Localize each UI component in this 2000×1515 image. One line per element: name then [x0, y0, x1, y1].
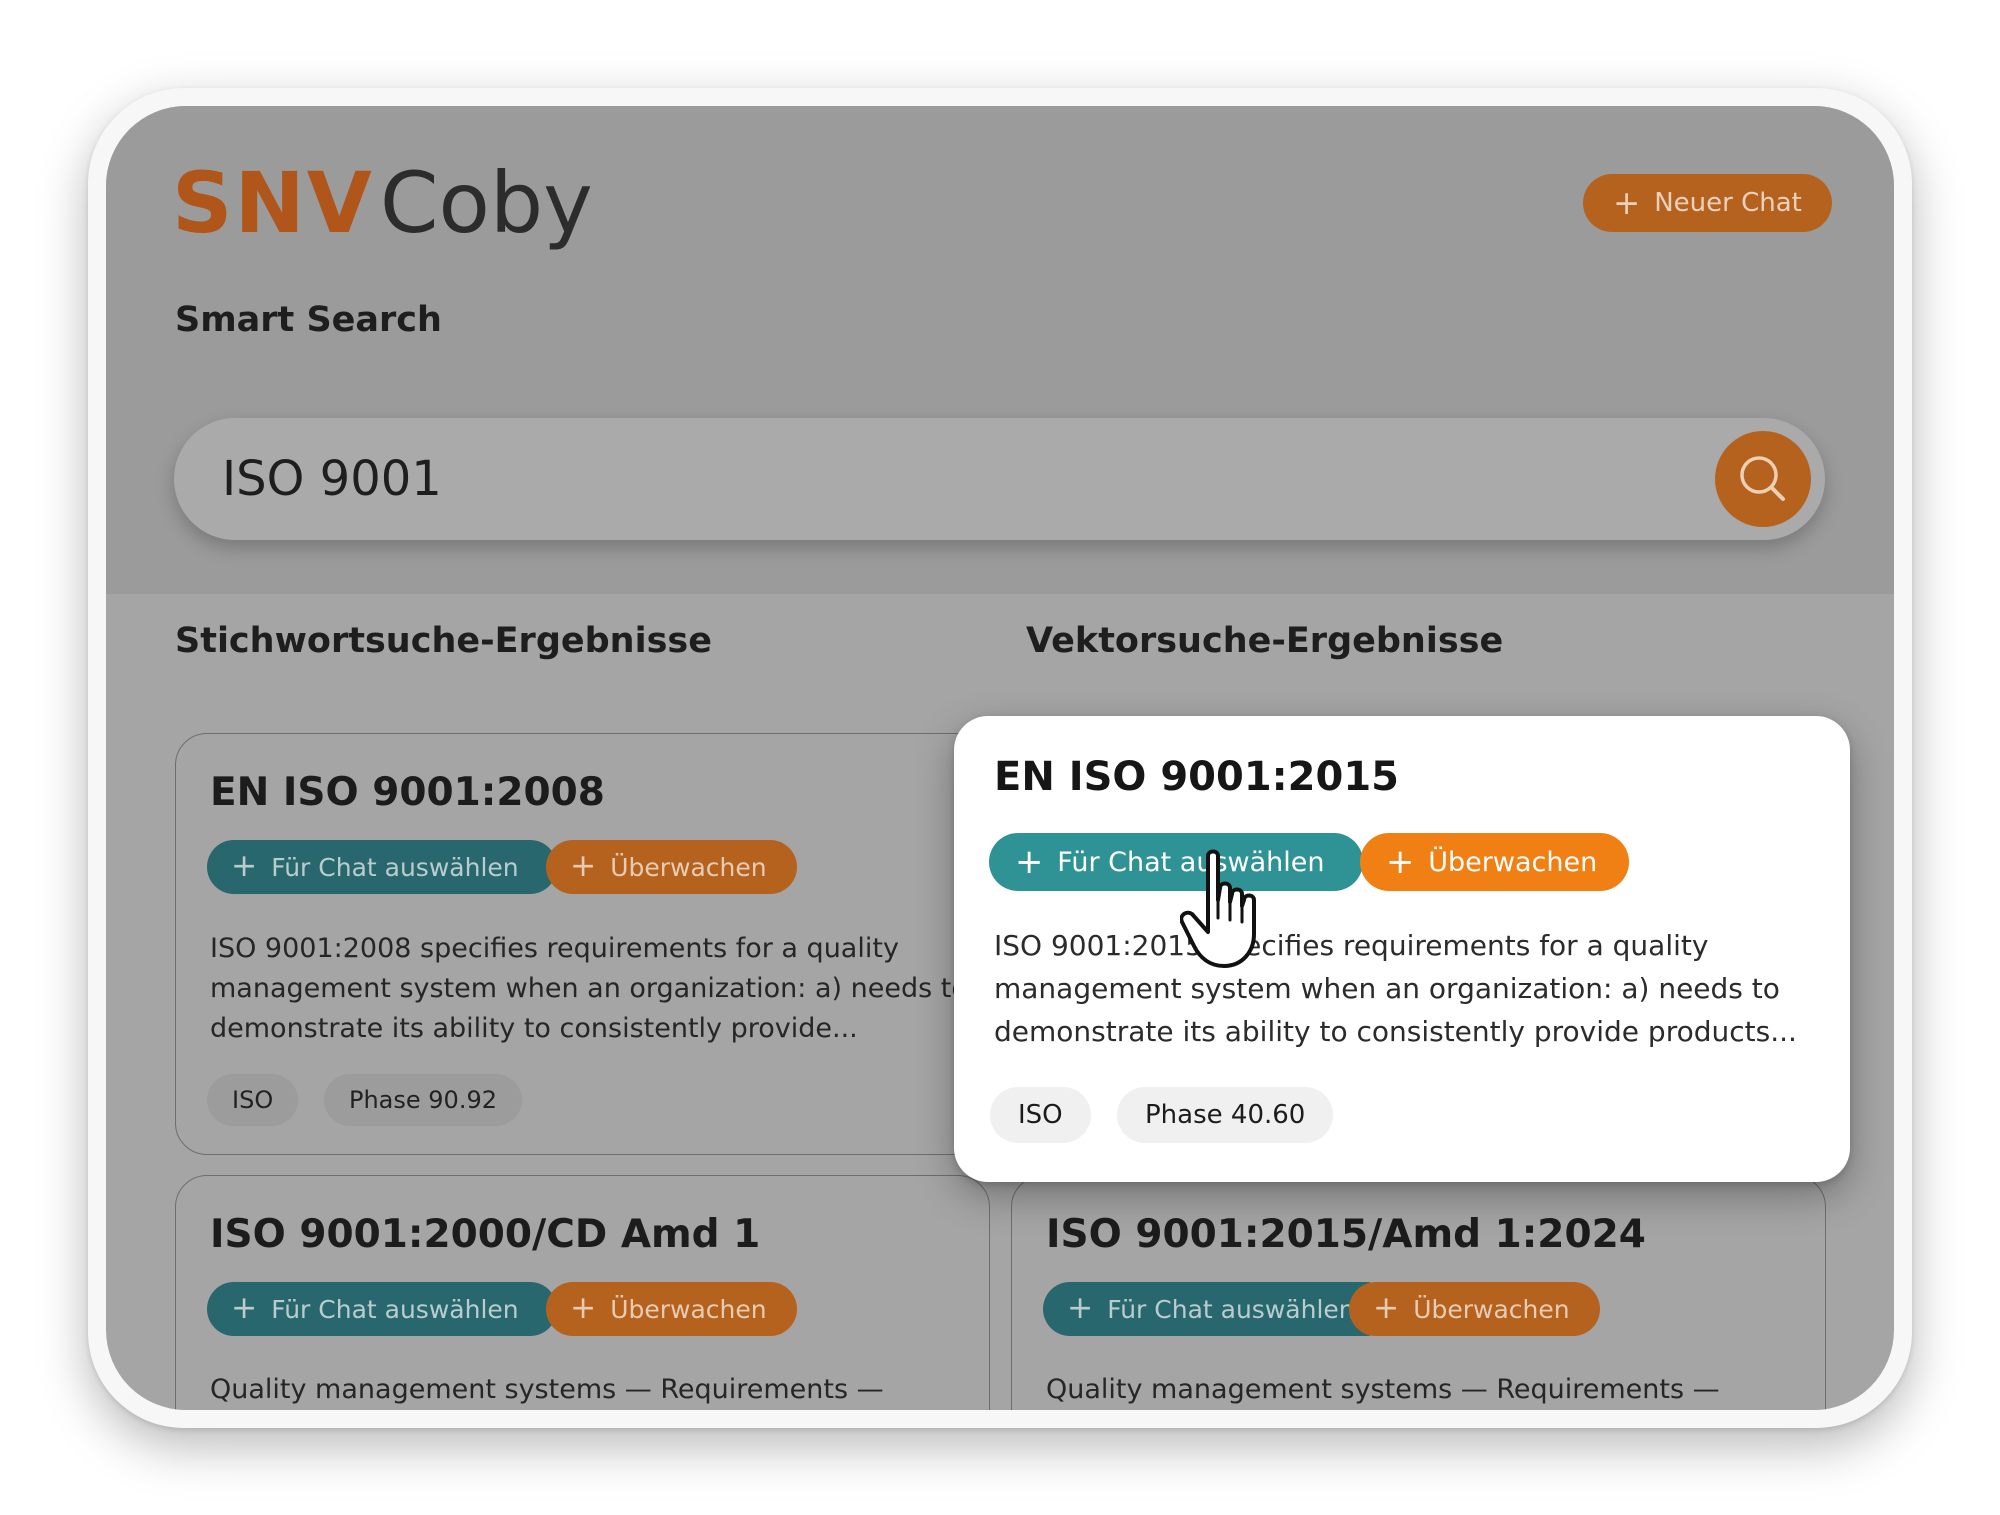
- result-card[interactable]: ISO 9001:2000/CD Amd 1 + Für Chat auswäh…: [175, 1175, 990, 1410]
- result-card[interactable]: EN ISO 9001:2008 + Für Chat auswählen + …: [175, 733, 990, 1155]
- watch-label: Überwachen: [610, 852, 767, 882]
- select-for-chat-button[interactable]: + Für Chat auswählen: [207, 840, 557, 894]
- plus-icon: +: [1386, 842, 1415, 882]
- plus-icon: +: [570, 848, 597, 885]
- watch-label: Überwachen: [1428, 846, 1598, 878]
- watch-button[interactable]: + Überwachen: [546, 840, 797, 894]
- new-chat-label: Neuer Chat: [1654, 188, 1802, 218]
- select-for-chat-label: Für Chat auswählen: [271, 1294, 519, 1324]
- hand-pointer-cursor-icon: [1180, 849, 1256, 968]
- result-description: ISO 9001:2015 specifies requirements for…: [994, 929, 1797, 1048]
- result-description: Quality management systems — Requirement…: [210, 1374, 884, 1405]
- plus-icon: +: [570, 1290, 597, 1327]
- plus-icon: +: [231, 848, 258, 885]
- plus-icon: +: [1015, 842, 1044, 882]
- select-for-chat-button[interactable]: + Für Chat auswählen: [207, 1282, 557, 1336]
- plus-icon: +: [1613, 183, 1641, 222]
- search-icon: [1740, 456, 1785, 501]
- highlighted-result-card[interactable]: EN ISO 9001:2015 + Für Chat auswählen + …: [954, 716, 1850, 1182]
- search-section-title: Smart Search: [175, 300, 442, 340]
- select-for-chat-label: Für Chat auswählen: [271, 852, 519, 882]
- watch-button[interactable]: + Überwachen: [546, 1282, 797, 1336]
- new-chat-button[interactable]: + Neuer Chat: [1583, 174, 1832, 232]
- result-title: EN ISO 9001:2015: [994, 754, 1399, 800]
- tag-badge: Phase 40.60: [1117, 1087, 1334, 1143]
- watch-label: Überwachen: [610, 1294, 767, 1324]
- watch-label: Überwachen: [1413, 1294, 1570, 1324]
- plus-icon: +: [1067, 1290, 1094, 1327]
- plus-icon: +: [231, 1290, 258, 1327]
- search-query[interactable]: ISO 9001: [222, 451, 442, 507]
- tag-badge: ISO: [207, 1074, 299, 1126]
- select-for-chat-button[interactable]: + Für Chat auswählen: [1043, 1282, 1393, 1336]
- result-description: Quality management systems — Requirement…: [1046, 1374, 1720, 1405]
- logo-product: Coby: [379, 154, 593, 252]
- result-title: EN ISO 9001:2008: [210, 770, 605, 815]
- search-input[interactable]: ISO 9001: [174, 418, 1825, 540]
- plus-icon: +: [1373, 1290, 1400, 1327]
- watch-button[interactable]: + Überwachen: [1349, 1282, 1600, 1336]
- watch-button[interactable]: + Überwachen: [1360, 833, 1630, 891]
- result-description: ISO 9001:2008 specifies requirements for…: [210, 933, 968, 1044]
- search-button[interactable]: [1715, 431, 1811, 527]
- keyword-results-title: Stichwortsuche-Ergebnisse: [175, 621, 712, 661]
- select-for-chat-button[interactable]: + Für Chat auswählen: [989, 833, 1363, 891]
- tag-badge: Phase 90.92: [324, 1074, 522, 1126]
- vector-results-title: Vektorsuche-Ergebnisse: [1026, 621, 1504, 661]
- logo-brand: SNV: [172, 154, 374, 252]
- select-for-chat-label: Für Chat auswählen: [1107, 1294, 1355, 1324]
- result-card[interactable]: ISO 9001:2015/Amd 1:2024 + Für Chat ausw…: [1011, 1175, 1826, 1410]
- tag-badge: ISO: [990, 1087, 1091, 1143]
- app-logo: SNV Coby: [172, 154, 593, 274]
- result-title: ISO 9001:2000/CD Amd 1: [210, 1212, 761, 1257]
- result-title: ISO 9001:2015/Amd 1:2024: [1046, 1212, 1646, 1257]
